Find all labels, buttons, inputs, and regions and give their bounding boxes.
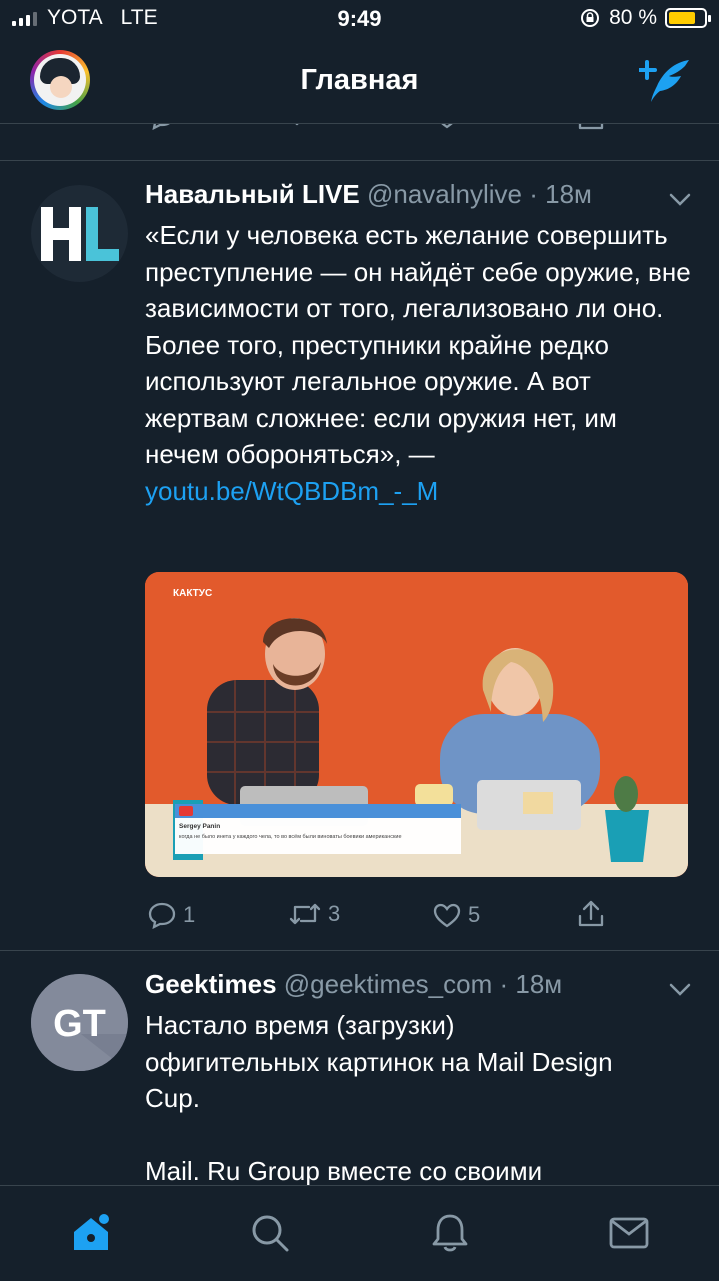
reply-button[interactable]: 1 [147, 901, 195, 929]
like-count: 64 [468, 124, 492, 129]
brand-label: КАКТУС [173, 588, 212, 599]
reply-button[interactable]: 6 [147, 124, 195, 130]
retweet-count: 3 [328, 901, 341, 926]
share-icon [578, 124, 604, 130]
tweet-text-line: Mail. Ru Group вместе со своими [145, 1156, 543, 1185]
tweet-text-line: Настало время (загрузки) [145, 1010, 455, 1040]
tweet[interactable]: Навальный LIVE @navalnylive · 18м «Если … [0, 161, 719, 951]
tweet-text-body: «Если у человека есть желание совершить … [145, 220, 691, 469]
notifications-icon[interactable] [429, 1212, 471, 1254]
handle[interactable]: @navalnylive [367, 179, 522, 209]
reply-count: 6 [183, 124, 195, 129]
like-count: 5 [468, 902, 481, 927]
heart-icon [433, 903, 461, 928]
status-bar: YOTA LTE 9:49 80 % [0, 0, 719, 40]
tweet-text-line: офигительных картинок на Mail Design [145, 1046, 613, 1077]
timestamp: · 18м [499, 969, 563, 999]
previous-tweet-actions: 6 36 64 [0, 124, 719, 138]
tweet[interactable]: GT Geektimes @geektimes_com · 18м Настал… [0, 951, 719, 1185]
geektimes-logo: GT [31, 974, 128, 1071]
search-icon[interactable] [249, 1212, 291, 1254]
home-icon[interactable] [70, 1212, 112, 1254]
like-button[interactable]: 5 [432, 901, 480, 929]
avatar[interactable]: GT [31, 974, 128, 1071]
like-button[interactable]: 64 [432, 124, 492, 130]
avatar[interactable] [31, 185, 128, 282]
reply-icon [152, 124, 170, 130]
chevron-down-icon[interactable] [669, 193, 691, 207]
messages-icon[interactable] [608, 1212, 650, 1254]
tweet-text-line: Cup. [145, 1083, 200, 1113]
media-thumbnail[interactable]: КАКТУС Sergey Panin когда не было инета … [145, 572, 688, 877]
comment-text: когда не было инета у каждого чела, то в… [179, 834, 402, 840]
app-header: Главная [0, 40, 719, 124]
timestamp: · 18м [529, 179, 592, 209]
display-name[interactable]: Навальный LIVE [145, 179, 360, 209]
rotation-lock-icon [581, 9, 600, 27]
battery-percent: 80 % [609, 6, 657, 29]
share-icon [578, 900, 604, 927]
share-button[interactable] [576, 899, 606, 929]
chevron-down-icon[interactable] [669, 983, 691, 997]
battery-icon [665, 8, 711, 28]
retweet-button[interactable]: 3 [288, 901, 340, 927]
share-button[interactable] [576, 124, 606, 132]
display-name[interactable]: Geektimes [145, 969, 277, 999]
handle[interactable]: @geektimes_com [284, 969, 492, 999]
avatar-text: GT [53, 1003, 106, 1045]
navalny-live-logo [31, 185, 128, 282]
tweet-link[interactable]: youtu.be/WtQBDBm_-_M [145, 476, 438, 506]
retweet-count: 36 [330, 124, 354, 128]
video-thumbnail-image: КАКТУС Sergey Panin когда не было инета … [145, 572, 688, 877]
reply-count: 1 [183, 902, 196, 927]
page-title: Главная [300, 64, 419, 96]
retweet-button[interactable]: 36 [290, 124, 354, 128]
retweet-icon [289, 903, 321, 925]
heart-icon [441, 124, 453, 129]
tab-bar [0, 1185, 719, 1281]
compose-tweet-icon[interactable] [639, 56, 691, 104]
retweet-icon [295, 124, 299, 126]
tweet-header: Geektimes @geektimes_com · 18м [145, 969, 649, 1000]
tweet-text: «Если у человека есть желание совершить … [145, 217, 695, 509]
comment-author: Sergey Panin [179, 823, 220, 830]
timeline[interactable]: 6 36 64 Навальный LIVE @ [0, 124, 719, 1185]
tweet-header: Навальный LIVE @navalnylive · 18м [145, 179, 649, 210]
reply-icon [148, 902, 176, 929]
tweet-text: Настало время (загрузки) офигительных ка… [145, 1007, 695, 1185]
tweet-text-blank-line [145, 1117, 695, 1154]
